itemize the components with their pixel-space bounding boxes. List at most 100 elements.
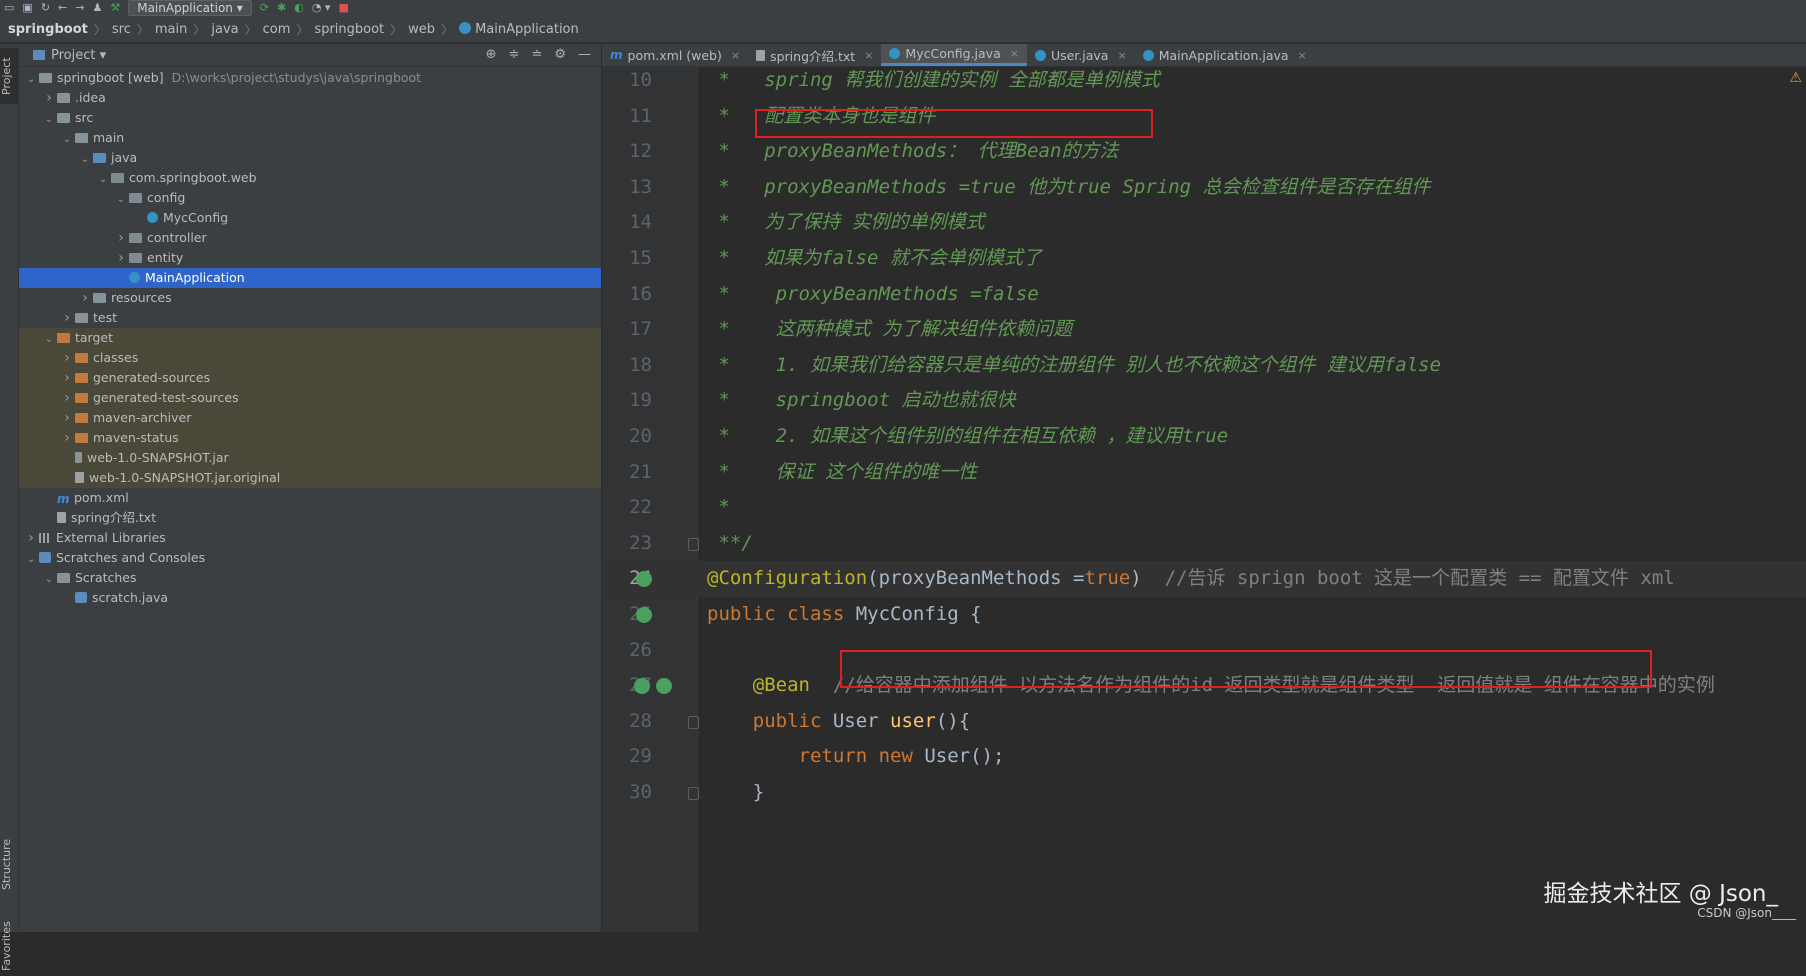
build-hammer-icon[interactable]: ⚒ (110, 1, 120, 15)
code-line[interactable]: 25public class MycConfig { (602, 597, 1806, 633)
chevron-right-icon[interactable]: › (25, 528, 37, 548)
code-line[interactable]: 26 (602, 633, 1806, 669)
expand-all-icon[interactable]: ≑ (509, 47, 520, 62)
stop-icon[interactable]: ■ (338, 1, 348, 15)
code-line[interactable]: 27 @Bean //给容器中添加组件 以方法名作为组件的id 返回类型就是组件… (602, 668, 1806, 704)
tree-item[interactable]: › test (19, 308, 601, 328)
code-line[interactable]: 10 * spring 帮我们创建的实例 全部都是单例模式 (602, 66, 1806, 99)
code-line[interactable]: 28 public User user(){ (602, 704, 1806, 740)
code-line[interactable]: 12 * proxyBeanMethods： 代理Bean的方法 (602, 134, 1806, 170)
tree-item[interactable]: m pom.xml (19, 488, 601, 508)
breadcrumb-item-java[interactable]: java (211, 22, 238, 37)
code-line[interactable]: 18 * 1. 如果我们给容器只是单纯的注册组件 别人也不依赖这个组件 建议用f… (602, 348, 1806, 384)
code-line[interactable]: 20 * 2. 如果这个组件别的组件在相互依赖 ，建议用true (602, 419, 1806, 455)
chevron-right-icon[interactable]: › (115, 228, 127, 248)
code-line[interactable]: 14 * 为了保持 实例的单例模式 (602, 205, 1806, 241)
close-icon[interactable]: × (864, 49, 873, 62)
tree-item[interactable]: › entity (19, 248, 601, 268)
tree-item[interactable]: › resources (19, 288, 601, 308)
spring-bean-gutter-icon[interactable] (656, 677, 672, 694)
tree-item[interactable]: MycConfig (19, 208, 601, 228)
fold-marker-icon[interactable] (688, 786, 699, 800)
coverage-icon[interactable]: ◐ (294, 1, 304, 15)
close-icon[interactable]: × (1298, 49, 1307, 62)
tree-item[interactable]: › maven-status (19, 428, 601, 448)
chevron-down-icon[interactable]: ⌄ (43, 570, 55, 590)
tree-item[interactable]: ⌄ java (19, 148, 601, 168)
code-line[interactable]: 23 **/ (602, 526, 1806, 562)
tree-item[interactable]: › External Libraries (19, 528, 601, 548)
save-icon[interactable]: ▣ (22, 1, 32, 15)
chevron-down-icon[interactable]: ⌄ (25, 550, 37, 570)
code-line[interactable]: 19 * springboot 启动也就很快 (602, 383, 1806, 419)
breadcrumb-item-web[interactable]: web (408, 22, 435, 37)
code-line[interactable]: 15 * 如果为false 就不会单例模式了 (602, 241, 1806, 277)
tree-item[interactable]: ⌄ target (19, 328, 601, 348)
tree-item[interactable]: ⌄ src (19, 108, 601, 128)
code-line[interactable]: 24@Configuration(proxyBeanMethods =true)… (602, 561, 1806, 597)
open-folder-icon[interactable]: ▭ (4, 1, 14, 15)
profile-icon[interactable]: ◔ ▾ (312, 1, 331, 15)
code-line[interactable]: 29 return new User(); (602, 739, 1806, 775)
tree-item[interactable]: ⌄ main (19, 128, 601, 148)
close-icon[interactable]: × (1010, 47, 1019, 60)
chevron-right-icon[interactable]: › (43, 88, 55, 108)
tree-item[interactable]: ⌄ Scratches and Consoles (19, 548, 601, 568)
editor-tab[interactable]: User.java × (1027, 44, 1135, 66)
collapse-all-icon[interactable]: ≐ (531, 47, 542, 62)
editor-tab[interactable]: MainApplication.java × (1135, 44, 1315, 66)
close-icon[interactable]: × (1117, 49, 1126, 62)
chevron-down-icon[interactable]: ⌄ (61, 130, 73, 150)
code-line[interactable]: 22 * (602, 490, 1806, 526)
gear-icon[interactable]: ⚙ (554, 47, 566, 62)
breadcrumb-item-springboot[interactable]: springboot (314, 22, 384, 37)
breadcrumb-item-main[interactable]: main (155, 22, 187, 37)
run-config-select[interactable]: MainApplication ▾ (128, 0, 252, 16)
tree-item[interactable]: ⌄ com.springboot.web (19, 168, 601, 188)
sync-icon[interactable]: ↻ (41, 1, 50, 15)
code-area[interactable]: 10 * spring 帮我们创建的实例 全部都是单例模式 11 * 配置类本身也… (602, 66, 1806, 932)
fold-marker-icon[interactable] (688, 715, 699, 729)
chevron-right-icon[interactable]: › (61, 408, 73, 428)
code-line[interactable]: 30 } (602, 775, 1806, 811)
rerun-icon[interactable]: ⟳ (260, 1, 269, 15)
tree-item[interactable]: › maven-archiver (19, 408, 601, 428)
locate-icon[interactable]: ⊕ (486, 47, 497, 62)
editor-tab[interactable]: spring介绍.txt × (748, 44, 881, 66)
code-line[interactable]: 16 * proxyBeanMethods =false (602, 277, 1806, 313)
chevron-down-icon[interactable]: ⌄ (43, 330, 55, 350)
debug-icon[interactable]: ✱ (277, 1, 286, 15)
tree-item[interactable]: ⌄ springboot [web] D:\works\project\studys… (19, 68, 601, 88)
forward-icon[interactable]: → (75, 1, 84, 15)
chevron-down-icon[interactable]: ⌄ (43, 110, 55, 130)
user-icon[interactable]: ♟ (92, 1, 102, 15)
tab-favorites[interactable]: Favorites (0, 916, 18, 976)
code-line[interactable]: 13 * proxyBeanMethods =true 他为true Sprin… (602, 170, 1806, 206)
chevron-down-icon[interactable]: ⌄ (25, 70, 37, 90)
chevron-right-icon[interactable]: › (79, 288, 91, 308)
tree-item[interactable]: › .idea (19, 88, 601, 108)
chevron-down-icon[interactable]: ⌄ (79, 150, 91, 170)
editor-tab[interactable]: m pom.xml (web) × (602, 44, 748, 66)
tree-item[interactable]: › controller (19, 228, 601, 248)
project-view-select[interactable]: Project ▾ (51, 48, 106, 63)
breadcrumb-item-mainapplication[interactable]: MainApplication (459, 21, 579, 37)
chevron-down-icon[interactable]: ⌄ (97, 170, 109, 190)
code-line[interactable]: 21 * 保证 这个组件的唯一性 (602, 455, 1806, 491)
chevron-right-icon[interactable]: › (61, 388, 73, 408)
tree-item[interactable]: › generated-test-sources (19, 388, 601, 408)
spring-bean-gutter-icon[interactable] (636, 606, 652, 623)
chevron-right-icon[interactable]: › (61, 348, 73, 368)
tab-project[interactable]: Project (0, 48, 18, 104)
code-line[interactable]: 17 * 这两种模式 为了解决组件依赖问题 (602, 312, 1806, 348)
breadcrumb-item-com[interactable]: com (263, 22, 291, 37)
hide-icon[interactable]: — (578, 47, 591, 62)
code-line[interactable]: 11 * 配置类本身也是组件 (602, 99, 1806, 135)
tree-item[interactable]: › classes (19, 348, 601, 368)
chevron-right-icon[interactable]: › (61, 308, 73, 328)
tab-structure[interactable]: Structure (0, 834, 18, 894)
warning-icon[interactable]: ⚠ (1789, 70, 1802, 86)
fold-marker-icon[interactable] (688, 537, 699, 551)
tree-item[interactable]: web-1.0-SNAPSHOT.jar (19, 448, 601, 468)
back-icon[interactable]: ← (58, 1, 67, 15)
